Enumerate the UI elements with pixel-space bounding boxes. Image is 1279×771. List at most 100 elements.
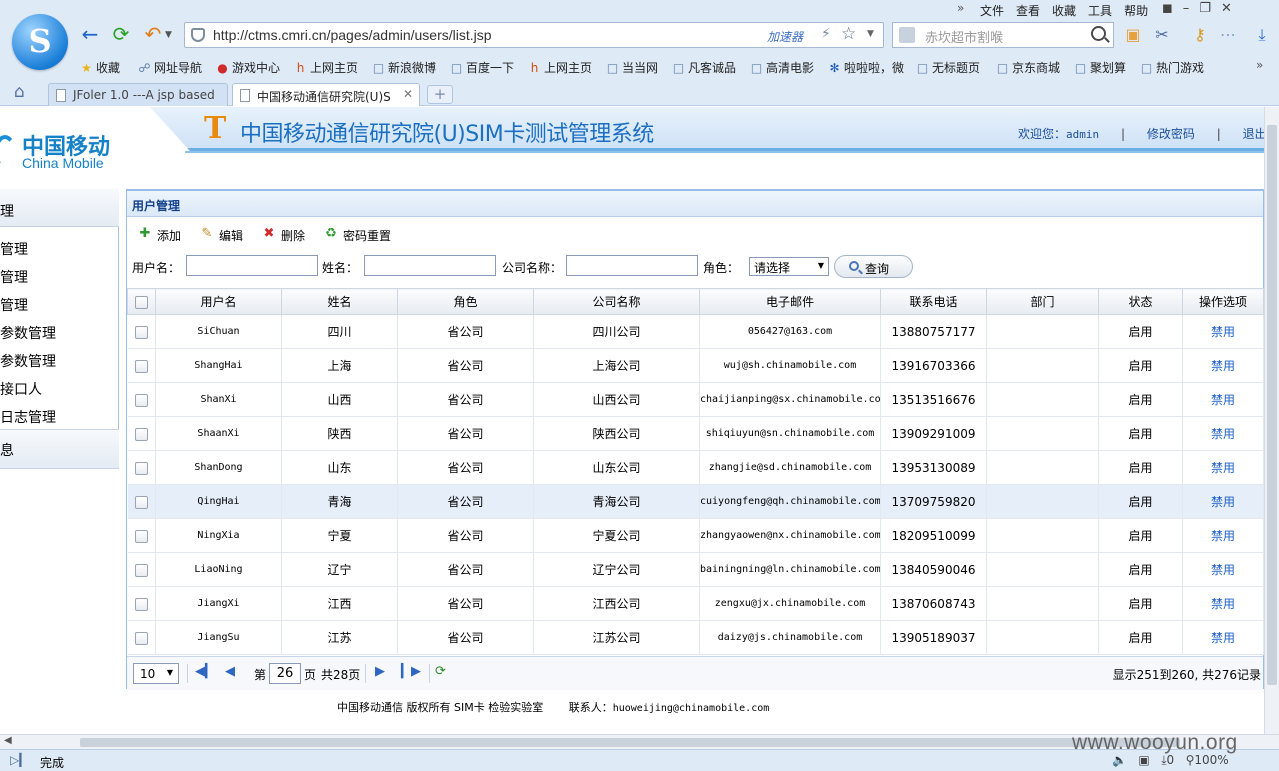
menu-view[interactable]: 查看 bbox=[1016, 2, 1040, 18]
browser-search-input[interactable]: 赤坎超市割喉 bbox=[925, 27, 1003, 46]
row-checkbox[interactable] bbox=[127, 518, 156, 553]
reload-icon[interactable]: ⟳ bbox=[435, 664, 446, 679]
fav-item[interactable]: □ 百度一下 bbox=[450, 59, 514, 76]
table-row[interactable]: ShanDong 山东 省公司 山东公司 zhangjie@sd.chinamobile… bbox=[127, 450, 1264, 485]
username-input[interactable] bbox=[186, 255, 318, 276]
address-bar[interactable]: http://ctms.cmri.cn/pages/admin/users/li… bbox=[184, 22, 884, 48]
row-checkbox[interactable] bbox=[127, 484, 156, 519]
url-text[interactable]: http://ctms.cmri.cn/pages/admin/users/li… bbox=[213, 27, 492, 43]
role-select[interactable]: 请选择 ▼ bbox=[749, 257, 829, 276]
minimize-button[interactable]: – bbox=[1183, 1, 1190, 16]
sidebar-item[interactable]: 日志管理 bbox=[0, 407, 56, 427]
column-header[interactable]: 姓名 bbox=[281, 288, 398, 315]
lightning-icon[interactable]: ⚡ bbox=[821, 26, 831, 42]
disable-link[interactable]: 禁用 bbox=[1182, 382, 1264, 417]
more-options-icon[interactable]: ⋯ bbox=[1218, 25, 1238, 45]
row-checkbox[interactable] bbox=[127, 620, 156, 655]
close-button[interactable]: ✕ bbox=[1221, 1, 1232, 16]
select-all-checkbox[interactable] bbox=[127, 288, 156, 315]
last-page-icon[interactable]: ▎▶ bbox=[401, 664, 421, 679]
disable-link[interactable]: 禁用 bbox=[1182, 620, 1264, 655]
row-checkbox[interactable] bbox=[127, 382, 156, 417]
row-checkbox[interactable] bbox=[127, 314, 156, 349]
fav-item[interactable]: h 上网主页 bbox=[528, 59, 592, 76]
table-row[interactable]: ShaanXi 陕西 省公司 陕西公司 shiqiuyun@sn.chinamobile… bbox=[127, 416, 1264, 451]
edit-button[interactable]: ✎ 编辑 bbox=[199, 226, 243, 244]
fav-item[interactable]: ● 游戏中心 bbox=[216, 59, 280, 76]
disable-link[interactable]: 禁用 bbox=[1182, 314, 1264, 349]
table-row[interactable]: SiChuan 四川 省公司 四川公司 056427@163.com 1388075717… bbox=[127, 314, 1264, 349]
row-checkbox[interactable] bbox=[127, 416, 156, 451]
menu-overflow-icon[interactable]: » bbox=[957, 1, 964, 15]
menu-file[interactable]: 文件 bbox=[980, 2, 1004, 18]
table-row[interactable]: QingHai 青海 省公司 青海公司 cuiyongfeng@qh.chinamobi… bbox=[127, 484, 1264, 519]
undo-menu-caret-icon[interactable]: ▼ bbox=[165, 30, 172, 40]
table-row[interactable]: JiangXi 江西 省公司 江西公司 zengxu@jx.chinamobile.co… bbox=[127, 586, 1264, 621]
fav-item[interactable]: h 上网主页 bbox=[294, 59, 358, 76]
fav-item[interactable]: □ 新浪微博 bbox=[372, 59, 436, 76]
sidebar-item[interactable]: 管理 bbox=[0, 267, 28, 287]
row-checkbox[interactable] bbox=[127, 552, 156, 587]
download-icon[interactable]: ⤓ bbox=[1252, 25, 1272, 45]
sidebar-item[interactable]: 参数管理 bbox=[0, 323, 56, 343]
add-button[interactable]: ✚ 添加 bbox=[137, 226, 181, 244]
table-row[interactable]: JiangSu 江苏 省公司 江苏公司 daizy@js.chinamobile.com… bbox=[127, 620, 1264, 655]
delete-button[interactable]: ✖ 删除 bbox=[261, 226, 305, 244]
row-checkbox[interactable] bbox=[127, 348, 156, 383]
tab-jfoler[interactable]: JFoler 1.0 ---A jsp based bbox=[48, 83, 228, 106]
disable-link[interactable]: 禁用 bbox=[1182, 348, 1264, 383]
fav-item[interactable]: □ 当当网 bbox=[606, 59, 658, 76]
disable-link[interactable]: 禁用 bbox=[1182, 552, 1264, 587]
camera-icon[interactable]: ▣ bbox=[1138, 753, 1149, 767]
sidebar-item[interactable]: 接口人 bbox=[0, 379, 42, 399]
change-password-link[interactable]: 修改密码 bbox=[1147, 127, 1195, 141]
sidebar-toggle-icon[interactable]: ▷▎ bbox=[10, 753, 28, 767]
table-row[interactable]: ShanXi 山西 省公司 山西公司 chaijianping@sx.chinamobi… bbox=[127, 382, 1264, 417]
logout-link[interactable]: 退出 bbox=[1243, 127, 1267, 141]
current-page-input[interactable]: 26 bbox=[269, 663, 301, 684]
tab-close-icon[interactable]: ✕ bbox=[403, 87, 413, 101]
zoom-level[interactable]: 100% bbox=[1194, 753, 1228, 767]
table-row[interactable]: LiaoNing 辽宁 省公司 辽宁公司 bainingning@ln.chinamob… bbox=[127, 552, 1264, 587]
sidebar-item[interactable]: 参数管理 bbox=[0, 351, 56, 371]
column-header[interactable]: 状态 bbox=[1098, 288, 1183, 315]
reset-password-button[interactable]: ♻ 密码重置 bbox=[323, 226, 391, 244]
restore-button[interactable]: ❐ bbox=[1199, 1, 1211, 16]
extension-icon[interactable]: ▣ bbox=[1123, 25, 1143, 45]
skin-icon[interactable]: ◼ bbox=[1162, 1, 1173, 16]
fav-item[interactable]: ✻ 啦啦啦，微 bbox=[828, 59, 904, 76]
table-row[interactable]: ShangHai 上海 省公司 上海公司 wuj@sh.chinamobile.com 1… bbox=[127, 348, 1264, 383]
favorites-overflow-icon[interactable]: » bbox=[1256, 58, 1263, 72]
sidebar-item[interactable]: 管理 bbox=[0, 295, 28, 315]
vertical-scrollbar[interactable] bbox=[1264, 107, 1279, 734]
disable-link[interactable]: 禁用 bbox=[1182, 484, 1264, 519]
menu-help[interactable]: 帮助 bbox=[1124, 2, 1148, 18]
fav-item[interactable]: □ 热门游戏 bbox=[1140, 59, 1204, 76]
browser-search-box[interactable]: 赤坎超市割喉 bbox=[892, 22, 1114, 48]
key-icon[interactable]: ⚷ bbox=[1190, 25, 1210, 45]
fav-item[interactable]: □ 无标题页 bbox=[916, 59, 980, 76]
page-size-select[interactable]: 10 ▼ bbox=[133, 663, 179, 684]
fav-item[interactable]: □ 凡客诚品 bbox=[672, 59, 736, 76]
menu-tools[interactable]: 工具 bbox=[1088, 2, 1112, 18]
search-engine-icon[interactable] bbox=[899, 27, 915, 43]
column-header[interactable]: 电子邮件 bbox=[699, 288, 881, 315]
disable-link[interactable]: 禁用 bbox=[1182, 450, 1264, 485]
company-input[interactable] bbox=[566, 255, 698, 276]
menu-favorites[interactable]: 收藏 bbox=[1052, 2, 1076, 18]
undo-button[interactable]: ↶ bbox=[141, 22, 165, 46]
bookmark-star-icon[interactable]: ☆ bbox=[841, 24, 856, 44]
sidebar-section-header[interactable]: 息 bbox=[0, 429, 119, 469]
next-page-icon[interactable]: ▶ bbox=[375, 664, 385, 679]
refresh-button[interactable]: ⟳ bbox=[109, 22, 133, 46]
volume-icon[interactable]: 🔈 bbox=[1112, 753, 1127, 767]
home-icon[interactable]: ⌂ bbox=[14, 84, 32, 101]
column-header[interactable]: 角色 bbox=[397, 288, 534, 315]
disable-link[interactable]: 禁用 bbox=[1182, 586, 1264, 621]
scroll-thumb[interactable] bbox=[80, 738, 1180, 747]
scroll-left-icon[interactable]: ◀ bbox=[4, 735, 12, 746]
query-button[interactable]: 查询 bbox=[834, 255, 913, 278]
sidebar-item[interactable]: 管理 bbox=[0, 239, 28, 259]
column-header[interactable]: 操作选项 bbox=[1182, 288, 1264, 315]
accelerator-button[interactable]: 加速器 bbox=[767, 28, 803, 45]
